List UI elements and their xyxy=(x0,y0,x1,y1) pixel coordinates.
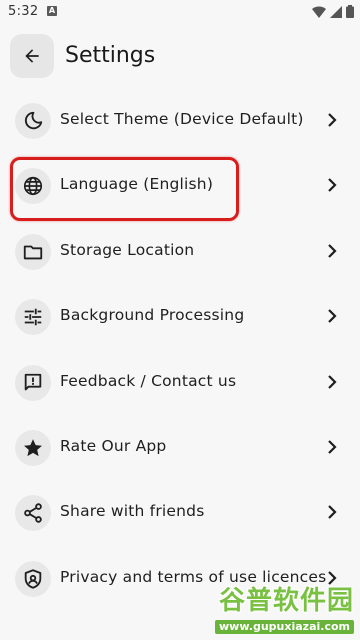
settings-item-label: Storage Location xyxy=(60,240,195,259)
page-title: Settings xyxy=(65,43,156,68)
settings-item-theme[interactable]: Select Theme (Device Default) xyxy=(0,88,360,153)
chevron-right-icon xyxy=(328,440,337,454)
feedback-icon xyxy=(15,364,51,401)
settings-item-label: Privacy and terms of use licences xyxy=(60,567,327,586)
settings-item-storage[interactable]: Storage Location xyxy=(0,219,360,284)
language-highlight-annotation xyxy=(10,157,239,221)
chevron-right-icon xyxy=(328,570,337,585)
folder-icon xyxy=(15,233,51,270)
battery-icon xyxy=(346,5,354,18)
signal-icon xyxy=(330,5,342,18)
status-time: 5:32 xyxy=(8,4,39,19)
status-bar: 5:32 A xyxy=(0,0,360,24)
settings-item-rate-app[interactable]: Rate Our App xyxy=(0,415,360,480)
settings-item-label: Background Processing xyxy=(60,306,245,325)
settings-item-label: Share with friends xyxy=(60,502,205,521)
status-icons xyxy=(312,5,354,18)
settings-item-label: Rate Our App xyxy=(60,436,167,455)
chevron-right-icon xyxy=(328,244,337,258)
star-icon xyxy=(15,429,51,466)
share-icon xyxy=(15,495,51,532)
moon-icon xyxy=(15,103,51,139)
wifi-icon xyxy=(312,5,326,18)
arrow-back-icon xyxy=(25,49,39,63)
chevron-right-icon xyxy=(328,178,337,193)
settings-item-label: Select Theme (Device Default) xyxy=(60,110,304,128)
watermark-title: 谷普软件园 xyxy=(218,586,354,616)
tune-sliders-icon xyxy=(15,299,51,336)
privacy-shield-icon xyxy=(15,560,51,597)
app-header: Settings xyxy=(0,32,360,80)
settings-item-share[interactable]: Share with friends xyxy=(0,480,360,545)
notification-icon: A xyxy=(47,6,57,16)
settings-item-background-processing[interactable]: Background Processing xyxy=(0,284,360,349)
chevron-right-icon xyxy=(328,374,337,389)
settings-item-feedback[interactable]: Feedback / Contact us xyxy=(0,350,360,415)
back-button[interactable] xyxy=(10,34,54,78)
chevron-right-icon xyxy=(328,309,337,323)
watermark: 谷普软件园 www.gupuxiazai.com xyxy=(215,587,354,634)
chevron-right-icon xyxy=(328,505,337,520)
settings-item-label: Feedback / Contact us xyxy=(60,371,237,390)
watermark-url: www.gupuxiazai.com xyxy=(215,620,354,634)
chevron-right-icon xyxy=(328,113,337,127)
